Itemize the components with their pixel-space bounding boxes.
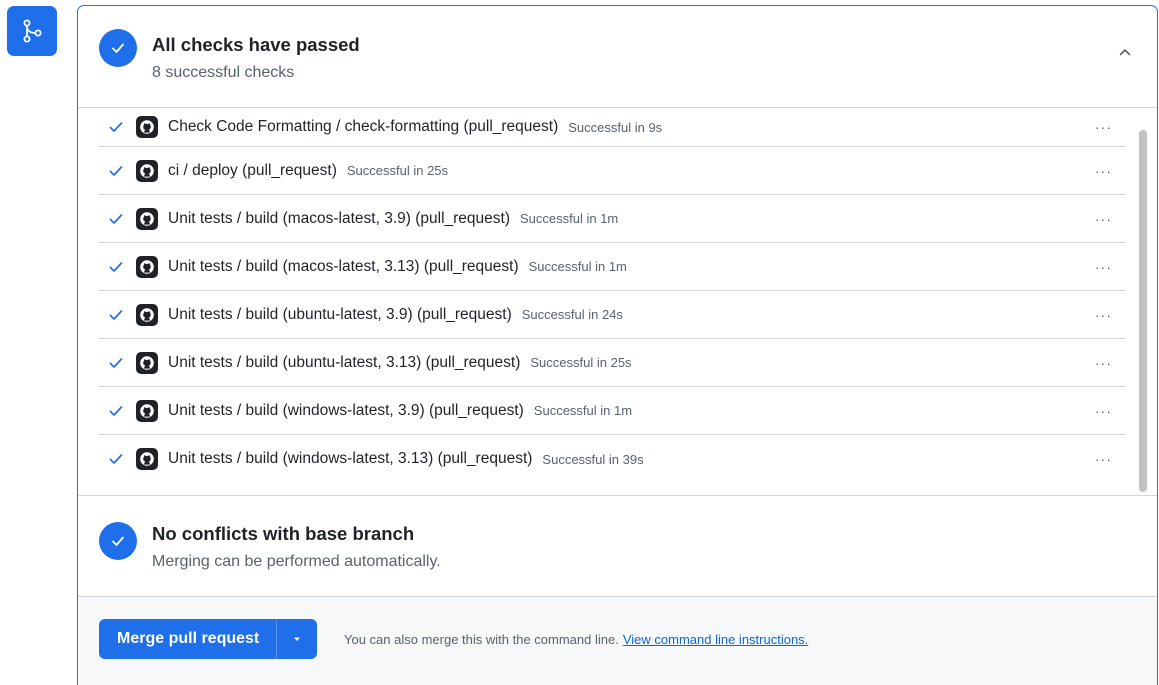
check-name[interactable]: Unit tests / build (ubuntu-latest, 3.13)…: [168, 354, 520, 372]
check-icon: [108, 402, 126, 420]
check-status: Successful in 25s: [346, 163, 449, 178]
command-line-hint: You can also merge this with the command…: [344, 632, 619, 647]
check-row[interactable]: Unit tests / build (macos-latest, 3.9) (…: [98, 195, 1126, 243]
check-options-button[interactable]: ···: [1095, 260, 1112, 274]
github-icon: [136, 448, 158, 470]
github-icon: [136, 399, 158, 422]
check-row[interactable]: Unit tests / build (windows-latest, 3.9)…: [98, 387, 1126, 435]
merge-button-group: Merge pull request: [99, 619, 318, 659]
triangle-down-icon: [294, 637, 301, 641]
check-options-button[interactable]: ···: [1095, 404, 1112, 418]
scrollbar-thumb[interactable]: [1139, 130, 1147, 492]
check-name[interactable]: ci / deploy (pull_request): [168, 162, 337, 180]
checks-scrollbar[interactable]: [1137, 118, 1149, 492]
merge-pull-request-button[interactable]: Merge pull request: [99, 619, 276, 659]
check-status: Successful in 1m: [520, 211, 619, 226]
check-name[interactable]: Unit tests / build (windows-latest, 3.9)…: [168, 402, 524, 420]
git-merge-icon: [23, 19, 42, 43]
git-merge-icon-badge: [7, 6, 57, 56]
collapse-checks-button[interactable]: [1115, 42, 1135, 62]
github-icon: [136, 207, 158, 230]
checks-title: All checks have passed: [152, 34, 360, 55]
check-options-button[interactable]: ···: [1095, 452, 1112, 466]
check-icon: [108, 306, 126, 324]
checks-passed-badge: [99, 29, 137, 67]
command-line-instructions-link[interactable]: View command line instructions.: [623, 632, 808, 647]
check-icon: [108, 162, 126, 180]
check-icon: [108, 118, 126, 136]
check-options-button[interactable]: ···: [1095, 164, 1112, 178]
check-row[interactable]: Unit tests / build (macos-latest, 3.13) …: [98, 243, 1126, 291]
github-icon: [136, 159, 158, 182]
check-name[interactable]: Unit tests / build (macos-latest, 3.9) (…: [168, 210, 510, 228]
check-icon: [112, 536, 124, 546]
github-icon: [136, 255, 158, 278]
check-options-button[interactable]: ···: [1095, 120, 1112, 134]
conflicts-section: No conflicts with base branch Merging ca…: [78, 496, 1157, 597]
check-icon: [108, 354, 126, 372]
checks-summary-header: All checks have passed 8 successful chec…: [78, 6, 1157, 108]
conflicts-title: No conflicts with base branch: [152, 523, 415, 544]
check-icon: [112, 43, 124, 53]
conflicts-subtitle: Merging can be performed automatically.: [152, 553, 441, 570]
check-icon: [108, 210, 126, 228]
check-row[interactable]: Unit tests / build (ubuntu-latest, 3.13)…: [98, 339, 1126, 387]
chevron-up-icon: [1119, 49, 1131, 56]
no-conflicts-badge: [99, 522, 137, 560]
check-row[interactable]: Check Code Formatting / check-formatting…: [98, 108, 1126, 147]
check-icon: [108, 450, 126, 468]
checks-list: Check Code Formatting / check-formatting…: [78, 108, 1157, 496]
merge-method-dropdown[interactable]: [276, 619, 317, 659]
github-icon: [136, 303, 158, 326]
check-row[interactable]: ci / deploy (pull_request) Successful in …: [98, 147, 1126, 195]
checks-subtitle: 8 successful checks: [152, 64, 295, 81]
check-name[interactable]: Check Code Formatting / check-formatting…: [168, 118, 558, 136]
check-row[interactable]: Unit tests / build (windows-latest, 3.13…: [98, 435, 1126, 483]
check-name[interactable]: Unit tests / build (macos-latest, 3.13) …: [168, 258, 519, 276]
github-icon: [136, 351, 158, 374]
github-icon: [136, 116, 158, 138]
checks-rows: Check Code Formatting / check-formatting…: [98, 108, 1126, 483]
check-options-button[interactable]: ···: [1095, 212, 1112, 226]
check-status: Successful in 25s: [530, 355, 632, 370]
check-status: Successful in 9s: [568, 119, 663, 135]
check-status: Successful in 39s: [542, 451, 644, 467]
check-icon: [108, 258, 126, 276]
check-row[interactable]: Unit tests / build (ubuntu-latest, 3.9) …: [98, 291, 1126, 339]
check-status: Successful in 1m: [533, 403, 633, 418]
check-name[interactable]: Unit tests / build (ubuntu-latest, 3.9) …: [168, 306, 512, 324]
check-options-button[interactable]: ···: [1095, 308, 1112, 322]
check-status: Successful in 1m: [528, 259, 627, 274]
check-name[interactable]: Unit tests / build (windows-latest, 3.13…: [168, 450, 532, 468]
merge-actions: Merge pull request You can also merge th…: [78, 597, 1157, 685]
check-status: Successful in 24s: [521, 307, 623, 322]
check-options-button[interactable]: ···: [1095, 356, 1112, 370]
merge-help-text: You can also merge this with the command…: [344, 632, 808, 647]
merge-box: All checks have passed 8 successful chec…: [77, 5, 1158, 685]
